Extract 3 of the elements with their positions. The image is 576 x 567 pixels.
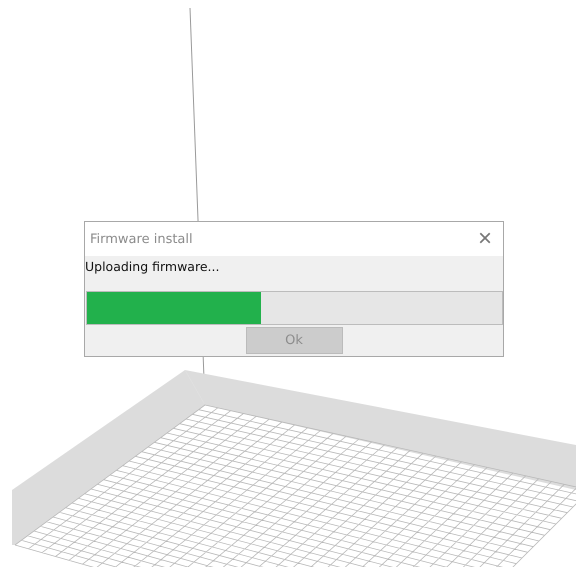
dialog-title: Firmware install	[90, 232, 193, 246]
close-button[interactable]: ×	[467, 223, 503, 255]
status-message: Uploading firmware...	[85, 258, 220, 276]
